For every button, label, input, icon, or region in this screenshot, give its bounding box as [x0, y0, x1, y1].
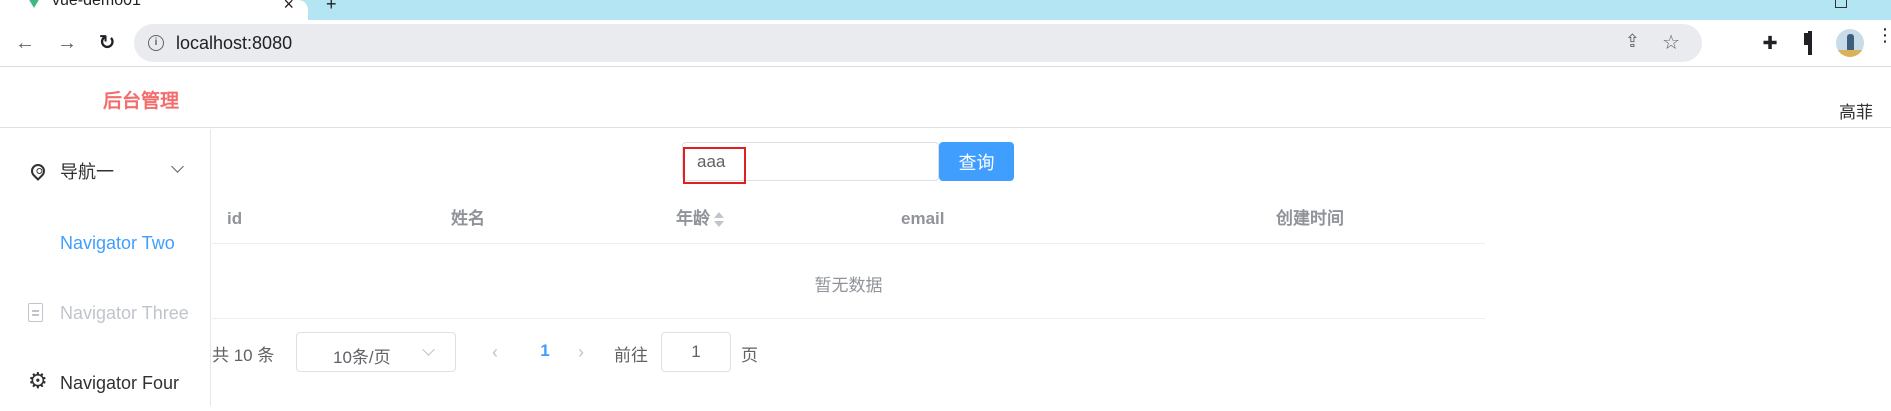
page-number-current[interactable]: 1	[530, 341, 560, 361]
chevron-down-icon	[422, 343, 435, 356]
chevron-down-icon	[171, 160, 184, 173]
prev-page-icon[interactable]: ‹	[492, 342, 510, 362]
empty-text: 暂无数据	[814, 276, 883, 295]
location-icon	[28, 161, 48, 181]
extension-icon[interactable]	[1718, 31, 1742, 55]
column-header-id: id	[227, 209, 243, 228]
tab-title: vue-demo01	[52, 0, 141, 9]
reload-icon[interactable]: ↻	[94, 30, 120, 56]
minimize-icon[interactable]	[1835, 0, 1847, 8]
url-text[interactable]: localhost:8080	[176, 33, 292, 54]
sidebar-item-navigator-four[interactable]: ⚙ Navigator Four	[0, 355, 210, 411]
page-size-select[interactable]: 10条/页	[296, 332, 456, 372]
column-header-name: 姓名	[451, 209, 485, 228]
column-header-email: email	[901, 209, 945, 228]
table-empty-row: 暂无数据	[212, 245, 1485, 319]
address-bar[interactable]: i localhost:8080 ⇪ ☆	[134, 24, 1702, 62]
sort-caret-icon[interactable]	[714, 211, 724, 228]
vue-logo-icon	[28, 0, 40, 8]
column-header-created: 创建时间	[1276, 209, 1344, 228]
sidebar-item-label: 导航一	[60, 162, 114, 182]
forward-icon[interactable]: →	[54, 30, 80, 56]
user-name[interactable]: 高菲	[1839, 98, 1873, 123]
app-logo: 后台管理	[103, 91, 180, 112]
browser-tab-strip: vue-demo01 × +	[0, 0, 1891, 20]
back-icon[interactable]: ←	[12, 30, 38, 56]
column-header-age[interactable]: 年龄	[676, 198, 724, 244]
table-header: id 姓名 年龄 email 创建时间	[212, 198, 1485, 244]
site-info-icon[interactable]: i	[148, 35, 164, 51]
sidebar-item-label: Navigator Two	[60, 233, 175, 253]
new-tab-icon[interactable]: +	[326, 0, 337, 15]
bookmark-star-icon[interactable]: ☆	[1662, 30, 1680, 55]
sidebar-item-label: Navigator Four	[60, 373, 180, 393]
sidebar-menu: 导航一 Navigator Two Navigator Three ⚙ Navi…	[0, 129, 211, 406]
page-size-value: 10条/页	[333, 348, 391, 367]
browser-tab[interactable]: vue-demo01 ×	[0, 0, 308, 20]
close-icon[interactable]: ×	[283, 0, 294, 15]
browser-toolbar: ← → ↻ i localhost:8080 ⇪ ☆ ✚ ⋮	[0, 20, 1891, 66]
sidebar-item-navigator-three: Navigator Three	[0, 285, 210, 341]
search-button[interactable]: 查询	[939, 142, 1014, 181]
goto-label: 前往	[614, 346, 648, 365]
app-header: 后台管理 高菲	[0, 67, 1891, 128]
pagination: 共 10 条 10条/页 ‹ 1 › 前往 页	[212, 332, 1012, 372]
next-page-icon[interactable]: ›	[578, 342, 596, 362]
browser-menu-icon[interactable]: ⋮	[1876, 26, 1891, 44]
sidebar-item-label: Navigator Three	[60, 303, 189, 323]
pagination-total: 共 10 条	[212, 346, 275, 365]
profile-avatar[interactable]	[1836, 29, 1864, 57]
goto-unit-label: 页	[741, 346, 758, 365]
document-icon	[28, 303, 43, 322]
gear-icon: ⚙	[28, 368, 48, 393]
share-icon[interactable]: ⇪	[1625, 31, 1640, 52]
search-input[interactable]	[682, 142, 939, 181]
extensions-puzzle-icon[interactable]: ✚	[1758, 31, 1782, 55]
sidebar-item-navigator-two[interactable]: Navigator Two	[0, 215, 210, 271]
side-panel-icon[interactable]	[1798, 31, 1822, 55]
sidebar-item-nav-one[interactable]: 导航一	[0, 144, 210, 200]
goto-page-input[interactable]	[661, 332, 731, 372]
